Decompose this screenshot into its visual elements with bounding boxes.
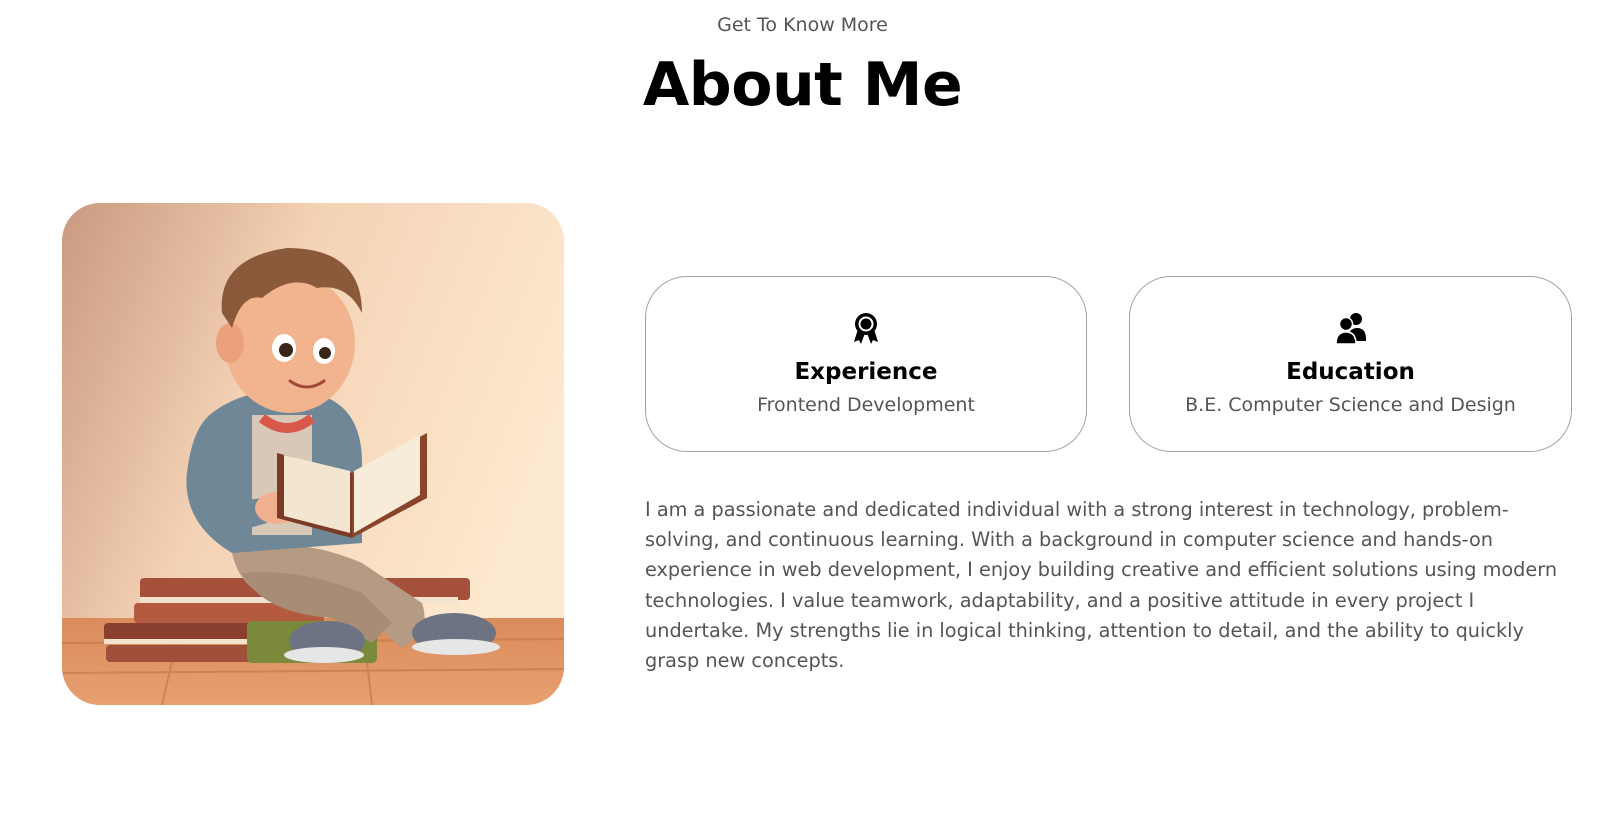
card-title: Experience (794, 359, 938, 385)
education-card: Education B.E. Computer Science and Desi… (1129, 276, 1572, 452)
about-section: Get To Know More About Me Experience Fro… (0, 0, 1605, 827)
section-title: About Me (642, 50, 963, 120)
experience-card: Experience Frontend Development (645, 276, 1087, 452)
bio-paragraph: I am a passionate and dedicated individu… (645, 498, 1558, 673)
card-title: Education (1286, 359, 1415, 385)
section-subtitle: Get To Know More (717, 14, 888, 36)
card-detail: B.E. Computer Science and Design (1185, 394, 1516, 416)
users-group-icon (1334, 311, 1368, 345)
profile-image (62, 203, 564, 705)
card-detail: Frontend Development (757, 394, 975, 416)
award-medal-icon (849, 311, 883, 345)
